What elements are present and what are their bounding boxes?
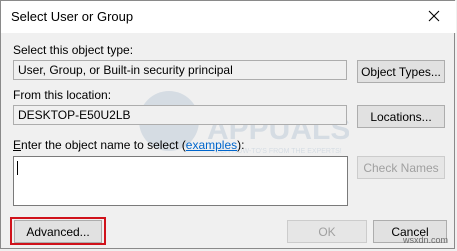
close-icon — [428, 10, 440, 22]
label-suffix: ): — [237, 138, 245, 152]
dialog-title: Select User or Group — [11, 9, 134, 24]
select-user-or-group-dialog: Select User or Group APPUALS TECH HOW-TO… — [0, 0, 456, 249]
label-accesskey: E — [13, 138, 22, 152]
object-names-input[interactable] — [13, 156, 348, 206]
object-type-field: User, Group, or Built-in security princi… — [13, 60, 347, 80]
advanced-button[interactable]: Advanced... — [14, 220, 102, 243]
check-names-button[interactable]: Check Names — [357, 156, 445, 179]
watermark-credit: wsxdn.com — [402, 235, 448, 245]
locations-button[interactable]: Locations... — [357, 105, 445, 128]
ok-button[interactable]: OK — [287, 220, 367, 243]
examples-link[interactable]: examples — [186, 138, 237, 152]
object-type-label: Select this object type: — [13, 43, 134, 57]
text-caret — [17, 161, 18, 175]
label-middle: nter the object name to select ( — [21, 138, 186, 152]
title-bar: Select User or Group — [1, 1, 456, 33]
object-names-label: Enter the object name to select (example… — [13, 138, 244, 152]
object-types-button[interactable]: Object Types... — [357, 60, 445, 83]
location-label: From this location: — [13, 88, 112, 102]
location-field: DESKTOP-E50U2LB — [13, 105, 347, 125]
close-button[interactable] — [412, 1, 456, 31]
